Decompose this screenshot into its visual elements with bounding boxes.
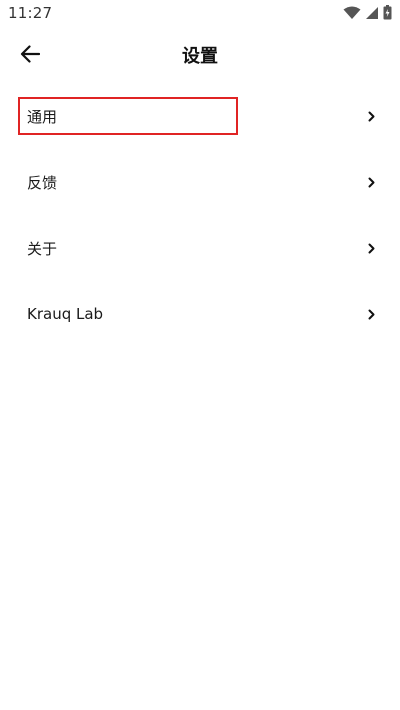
chevron-right-icon [366, 242, 376, 254]
settings-item-about[interactable]: 关于 [0, 215, 400, 281]
settings-item-general[interactable]: 通用 [0, 83, 400, 149]
status-time: 11:27 [8, 4, 53, 22]
settings-list: 通用 反馈 关于 Krauq Lab [0, 83, 400, 347]
status-bar: 11:27 [0, 0, 400, 28]
settings-item-label: Krauq Lab [27, 305, 104, 323]
settings-item-feedback[interactable]: 反馈 [0, 149, 400, 215]
app-bar: 设置 [0, 28, 400, 84]
chevron-right-icon [366, 176, 376, 188]
cellular-signal-icon [365, 6, 379, 20]
settings-item-label: 关于 [27, 239, 58, 258]
wifi-icon [343, 6, 361, 20]
chevron-right-icon [366, 110, 376, 122]
settings-item-krauq-lab[interactable]: Krauq Lab [0, 281, 400, 347]
settings-item-label: 反馈 [27, 173, 58, 192]
settings-item-label: 通用 [27, 107, 58, 126]
chevron-right-icon [366, 308, 376, 320]
page-title: 设置 [182, 46, 218, 67]
status-icons [343, 5, 392, 20]
battery-charging-icon [383, 5, 392, 20]
